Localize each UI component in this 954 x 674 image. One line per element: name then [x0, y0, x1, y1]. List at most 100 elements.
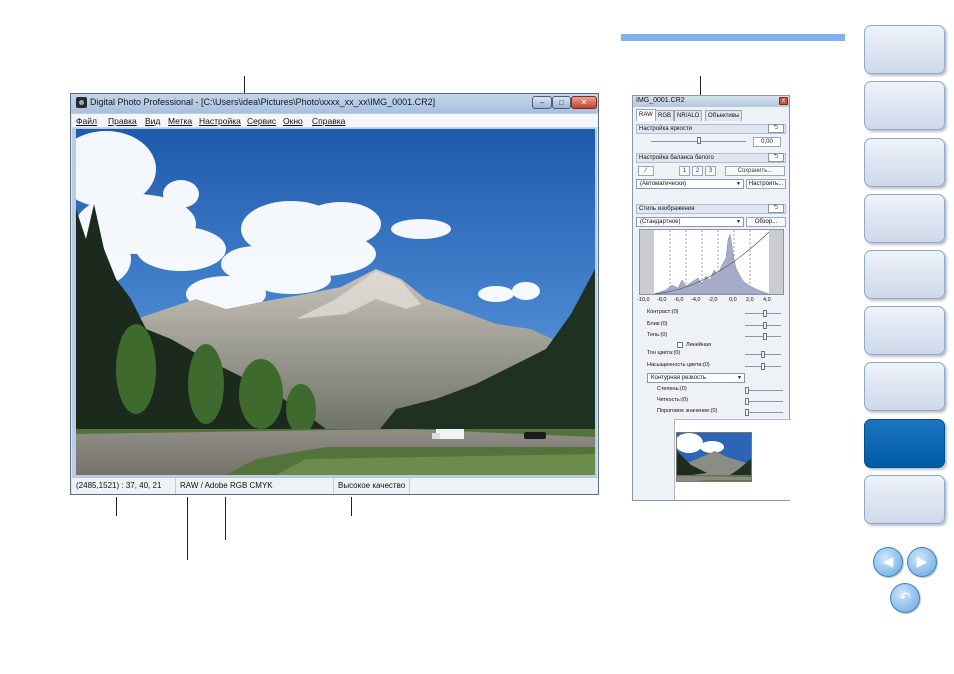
- status-quality: Высокое качество: [334, 478, 410, 494]
- fineness-slider-thumb[interactable]: [745, 398, 749, 405]
- brightness-header: Настройка яркости: [636, 124, 786, 134]
- picture-style-select[interactable]: (Стандартное) ▼: [636, 217, 744, 227]
- callout-line-palette: [700, 76, 701, 95]
- navigator-thumbnail[interactable]: [676, 432, 752, 482]
- tab-lens[interactable]: Объективы: [705, 110, 743, 121]
- chevron-down-icon: ▼: [736, 181, 741, 187]
- callout-line-raw: [187, 497, 188, 560]
- menu-file[interactable]: Файл: [76, 116, 97, 126]
- threshold-slider-thumb[interactable]: [745, 409, 749, 416]
- header-accent-bar: [621, 34, 845, 41]
- nav-tab-1[interactable]: [864, 25, 945, 74]
- wb-preset-3[interactable]: 3: [705, 166, 716, 176]
- histogram-tick: -10,0: [637, 297, 650, 303]
- saturation-slider-thumb[interactable]: [761, 363, 765, 370]
- wb-preset-1[interactable]: 1: [679, 166, 690, 176]
- nav-tab-2[interactable]: [864, 81, 945, 130]
- shadow-slider-thumb[interactable]: [762, 333, 767, 340]
- color-tone-label: Тон цвета:(0): [647, 350, 681, 356]
- menu-adjust[interactable]: Настройка: [199, 116, 241, 126]
- histogram-tick: 2,0: [746, 297, 754, 303]
- chevron-down-icon: ▼: [737, 375, 742, 381]
- main-titlebar[interactable]: Digital Photo Professional - [C:\Users\i…: [71, 94, 598, 113]
- menu-edit[interactable]: Правка: [108, 116, 137, 126]
- navigator-panel: [674, 419, 791, 500]
- nav-tab-9[interactable]: [864, 475, 945, 524]
- landscape-photo: [76, 129, 595, 475]
- shadow-label: Тень:(0): [647, 332, 668, 338]
- menu-view[interactable]: Вид: [145, 116, 160, 126]
- histogram-tick: 4,0: [763, 297, 771, 303]
- highlight-slider-thumb[interactable]: [762, 322, 767, 329]
- tab-rgb[interactable]: RGB: [655, 110, 675, 121]
- brightness-slider-thumb[interactable]: [696, 137, 701, 144]
- nav-tab-8-active[interactable]: [864, 419, 945, 468]
- picture-style-header: Стиль изображения: [636, 204, 786, 214]
- tool-palette: IMG_0001.CR2 x RAW RGB NR/ALO Объективы …: [632, 95, 791, 501]
- color-tone-slider-thumb[interactable]: [761, 351, 765, 358]
- picture-style-undo-button[interactable]: ⮌: [768, 204, 784, 213]
- maximize-button[interactable]: □: [552, 96, 571, 109]
- contrast-label: Контраст:(0): [647, 309, 679, 315]
- contrast-slider-thumb[interactable]: [762, 310, 767, 317]
- main-window: Digital Photo Professional - [C:\Users\i…: [70, 93, 599, 495]
- minimize-button[interactable]: –: [532, 96, 552, 109]
- status-color-mode: RAW / Adobe RGB CMYK: [176, 478, 334, 494]
- picture-style-value: (Стандартное): [640, 219, 681, 225]
- wb-preset-2[interactable]: 2: [692, 166, 703, 176]
- saturation-label: Насыщенность цвета:(0): [647, 362, 710, 368]
- tab-raw[interactable]: RAW: [636, 109, 656, 121]
- wb-mode-value: (Автоматически): [640, 181, 686, 187]
- menu-tools[interactable]: Сервис: [247, 116, 276, 126]
- nav-tab-5[interactable]: [864, 250, 945, 299]
- linear-label: Линейная: [686, 342, 711, 348]
- strength-slider-track[interactable]: [747, 390, 783, 391]
- threshold-label: Пороговое значение:(0): [657, 408, 718, 414]
- camera-app-icon: [76, 97, 87, 108]
- wb-tune-button[interactable]: Настроить...: [746, 179, 786, 189]
- histogram-tick: -2,0: [708, 297, 718, 303]
- tab-nr-alo[interactable]: NR/ALO: [674, 110, 703, 121]
- sharpness-mode-select[interactable]: Контурная резкость ▼: [647, 373, 745, 383]
- threshold-slider-track[interactable]: [747, 412, 783, 413]
- menu-label[interactable]: Метка: [168, 116, 192, 126]
- photo-preview[interactable]: [76, 129, 595, 475]
- fineness-label: Четкость:(0): [657, 397, 688, 403]
- histogram-tick: -8,0: [657, 297, 667, 303]
- strength-slider-thumb[interactable]: [745, 387, 749, 394]
- prev-page-icon[interactable]: ◀: [873, 547, 903, 577]
- wb-mode-select[interactable]: (Автоматически) ▼: [636, 179, 744, 189]
- close-button[interactable]: ✕: [571, 96, 597, 109]
- picture-style-browse-button[interactable]: Обзор...: [746, 217, 786, 227]
- white-balance-header: Настройка баланса белого: [636, 153, 786, 163]
- menu-window[interactable]: Окно: [283, 116, 303, 126]
- next-page-icon[interactable]: ▶: [907, 547, 937, 577]
- nav-tab-6[interactable]: [864, 306, 945, 355]
- histogram-tick: -4,0: [691, 297, 701, 303]
- main-window-title: Digital Photo Professional - [C:\Users\i…: [90, 97, 436, 107]
- eyedropper-icon[interactable]: ⁄: [638, 166, 654, 176]
- callout-line-quality: [351, 497, 352, 516]
- palette-close-button[interactable]: x: [779, 97, 788, 105]
- nav-tab-7[interactable]: [864, 362, 945, 411]
- histogram-tick: 0,0: [729, 297, 737, 303]
- status-bar: (2485,1521) : 37, 40, 21 RAW / Adobe RGB…: [72, 477, 598, 494]
- brightness-undo-button[interactable]: ⮌: [768, 124, 784, 133]
- histogram-tick: -6,0: [674, 297, 684, 303]
- nav-tab-4[interactable]: [864, 194, 945, 243]
- palette-title: IMG_0001.CR2: [636, 97, 685, 104]
- tone-curve-histogram[interactable]: [639, 229, 784, 295]
- status-coordinates: (2485,1521) : 37, 40, 21: [72, 478, 176, 494]
- linear-checkbox[interactable]: [677, 342, 683, 348]
- white-balance-undo-button[interactable]: ⮌: [768, 153, 784, 162]
- fineness-slider-track[interactable]: [747, 401, 783, 402]
- sharpness-mode-value: Контурная резкость: [651, 375, 706, 381]
- menu-help[interactable]: Справка: [312, 116, 345, 126]
- menu-bar: Файл Правка Вид Метка Настройка Сервис О…: [72, 114, 598, 128]
- brightness-value[interactable]: 0,00: [753, 137, 781, 147]
- back-icon[interactable]: ↶: [890, 583, 920, 613]
- wb-save-button[interactable]: Сохранить...: [725, 166, 785, 176]
- strength-label: Степень:(0): [657, 386, 687, 392]
- palette-titlebar[interactable]: IMG_0001.CR2 x: [633, 96, 789, 107]
- nav-tab-3[interactable]: [864, 138, 945, 187]
